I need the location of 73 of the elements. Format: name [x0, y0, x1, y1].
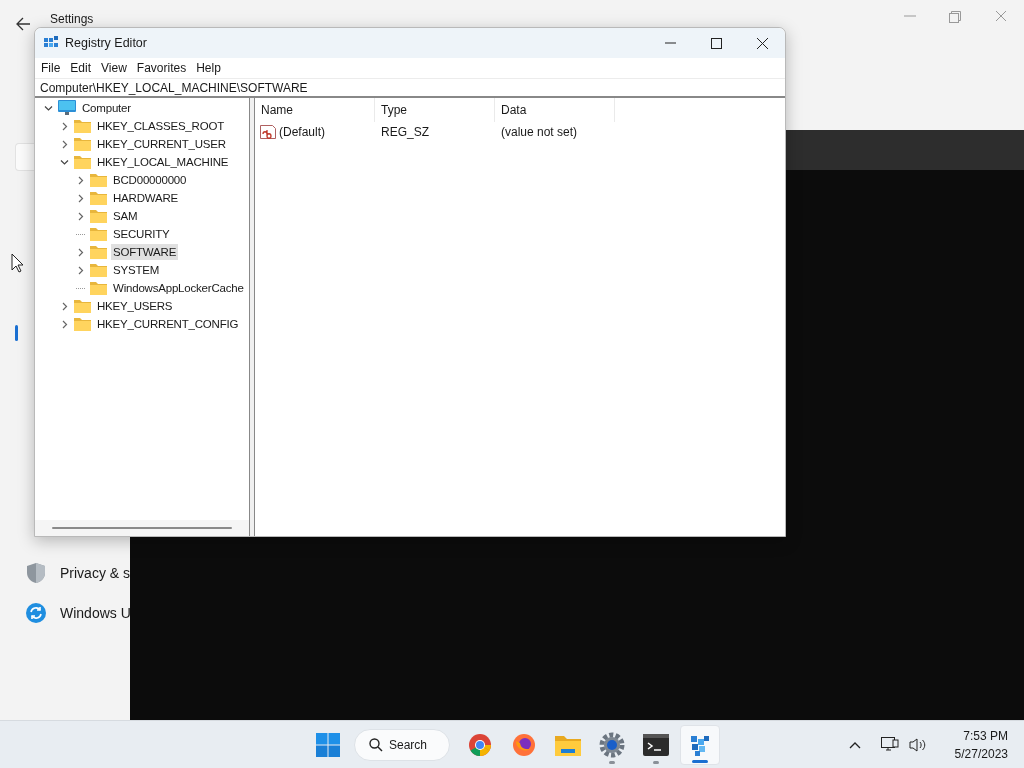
tree-item[interactable]: WindowsAppLockerCache — [111, 280, 246, 296]
folder-icon — [74, 155, 91, 169]
clock-time[interactable]: 7:53 PM — [963, 726, 1008, 745]
value-data: (value not set) — [500, 124, 578, 141]
restore-icon[interactable] — [949, 11, 961, 23]
folder-icon — [74, 299, 91, 313]
folder-icon — [90, 227, 107, 241]
folder-icon — [90, 245, 107, 259]
menu-item[interactable]: File — [37, 59, 65, 77]
running-indicator — [609, 760, 615, 764]
column-header[interactable]: Data — [495, 98, 615, 122]
chrome-icon — [468, 732, 492, 757]
network-icon[interactable] — [880, 736, 899, 753]
terminal-icon — [643, 733, 669, 756]
column-header[interactable]: Name — [255, 98, 375, 122]
tree-item[interactable]: HARDWARE — [111, 190, 181, 206]
tree-item[interactable]: HKEY_CURRENT_USER — [95, 136, 228, 152]
running-indicator — [653, 760, 659, 764]
column-header[interactable]: Type — [375, 98, 495, 122]
menu-item[interactable]: Edit — [66, 59, 96, 77]
chevron-up-icon[interactable] — [848, 740, 861, 749]
firefox-icon — [512, 732, 536, 757]
folder-icon — [90, 209, 107, 223]
horizontal-scrollbar[interactable] — [35, 520, 249, 536]
tree-item[interactable]: HKEY_LOCAL_MACHINE — [95, 154, 231, 170]
value-name: (Default) — [279, 124, 325, 141]
window-title: Registry Editor — [65, 34, 147, 52]
running-indicator — [692, 759, 708, 763]
tree-item[interactable]: SOFTWARE — [111, 244, 179, 260]
folder-icon — [90, 263, 107, 277]
menu-item[interactable]: View — [97, 59, 131, 77]
menu-item[interactable]: Help — [192, 59, 225, 77]
close-icon[interactable] — [995, 10, 1007, 22]
value-type: REG_SZ — [380, 124, 430, 141]
back-arrow-icon[interactable] — [16, 17, 31, 31]
search-button[interactable]: Search — [354, 728, 450, 761]
selection-indicator — [15, 325, 18, 341]
clock-date[interactable]: 5/27/2023 — [954, 744, 1008, 763]
menu-item[interactable]: Favorites — [132, 59, 191, 77]
chevron-down-icon[interactable] — [60, 157, 69, 167]
close-icon — [756, 37, 768, 49]
nav-item[interactable]: Windows U — [60, 602, 131, 624]
maximize-icon — [710, 37, 722, 49]
folder-icon — [90, 191, 107, 205]
search-field[interactable] — [15, 143, 34, 171]
computer-icon — [58, 100, 76, 116]
cursor-icon — [11, 253, 24, 273]
shield-icon — [26, 562, 46, 584]
chevron-down-icon[interactable] — [44, 103, 53, 113]
folder-icon — [74, 317, 91, 331]
folder-icon — [90, 173, 107, 187]
minimize-icon — [664, 42, 676, 44]
sync-icon — [26, 603, 46, 623]
string-value-icon — [260, 125, 276, 139]
tree-item[interactable]: SECURITY — [111, 226, 172, 242]
tree-item[interactable]: HKEY_CLASSES_ROOT — [95, 118, 226, 134]
folder-icon — [74, 119, 91, 133]
tree-item[interactable]: SYSTEM — [111, 262, 162, 278]
address-bar[interactable]: Computer\HKEY_LOCAL_MACHINE\SOFTWARE — [35, 78, 785, 98]
tree-item[interactable]: HKEY_CURRENT_CONFIG — [95, 316, 241, 332]
folder-icon — [90, 281, 107, 295]
search-icon — [369, 737, 383, 752]
gear-icon — [599, 731, 625, 758]
speaker-icon[interactable] — [908, 736, 927, 753]
tree-item[interactable]: Computer — [80, 100, 133, 116]
tree-item[interactable]: HKEY_USERS — [95, 298, 175, 314]
tree-item[interactable]: SAM — [111, 208, 140, 224]
folder-icon — [555, 733, 581, 756]
nav-item[interactable]: Privacy & s — [60, 562, 130, 584]
window-title: Settings — [50, 13, 94, 26]
folder-icon — [74, 137, 91, 151]
tree-item[interactable]: BCD00000000 — [111, 172, 189, 188]
windows-logo-icon — [316, 732, 340, 757]
